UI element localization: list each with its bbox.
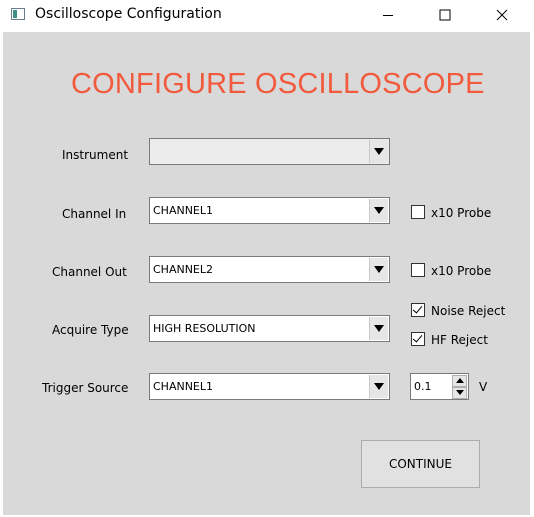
acquire-type-label: Acquire Type — [52, 323, 129, 337]
channel-in-probe-label: x10 Probe — [431, 206, 492, 220]
trigger-source-value: CHANNEL1 — [153, 380, 214, 393]
trigger-level-unit: V — [479, 380, 488, 394]
trigger-source-label: Trigger Source — [42, 381, 129, 395]
maximize-button[interactable] — [422, 0, 468, 30]
acquire-type-value: HIGH RESOLUTION — [153, 322, 256, 335]
title-bar: Oscilloscope Configuration — [0, 0, 534, 30]
dropdown-arrow-icon[interactable] — [369, 317, 388, 340]
continue-button[interactable]: CONTINUE — [361, 440, 480, 488]
dropdown-arrow-icon[interactable] — [369, 375, 388, 398]
dropdown-arrow-icon[interactable] — [369, 199, 388, 222]
channel-out-value: CHANNEL2 — [153, 263, 214, 276]
channel-out-probe-label: x10 Probe — [431, 264, 492, 278]
channel-in-value: CHANNEL1 — [153, 204, 214, 217]
trigger-level-spinbox[interactable]: 0.1 — [410, 373, 469, 400]
channel-in-combobox[interactable]: CHANNEL1 — [149, 197, 390, 224]
minimize-icon — [383, 15, 393, 16]
client-area: CONFIGURE OSCILLOSCOPE Instrument Channe… — [3, 32, 530, 515]
app-window-icon — [11, 8, 25, 20]
trigger-level-value: 0.1 — [414, 380, 432, 393]
spin-up-arrow-icon[interactable] — [452, 375, 467, 387]
channel-out-combobox[interactable]: CHANNEL2 — [149, 256, 390, 283]
channel-out-label: Channel Out — [52, 265, 127, 279]
noise-reject-checkbox[interactable] — [411, 303, 425, 317]
close-button[interactable] — [479, 0, 525, 30]
trigger-source-combobox[interactable]: CHANNEL1 — [149, 373, 390, 400]
maximize-icon — [439, 9, 451, 21]
hf-reject-checkbox[interactable] — [411, 332, 425, 346]
spin-down-arrow-icon[interactable] — [452, 387, 467, 399]
instrument-combobox[interactable] — [149, 138, 390, 165]
channel-in-label: Channel In — [62, 207, 127, 221]
hf-reject-label: HF Reject — [431, 333, 488, 347]
close-icon — [496, 9, 508, 21]
noise-reject-label: Noise Reject — [431, 304, 506, 318]
channel-in-probe-checkbox[interactable] — [411, 205, 425, 219]
dropdown-arrow-icon[interactable] — [369, 258, 388, 281]
dropdown-arrow-icon[interactable] — [369, 140, 388, 163]
channel-out-probe-checkbox[interactable] — [411, 263, 425, 277]
window-title: Oscilloscope Configuration — [35, 6, 222, 22]
oscilloscope-config-window: Oscilloscope Configuration CONFIGURE OSC… — [0, 0, 534, 517]
page-heading: CONFIGURE OSCILLOSCOPE — [71, 68, 485, 100]
instrument-label: Instrument — [62, 148, 129, 162]
acquire-type-combobox[interactable]: HIGH RESOLUTION — [149, 315, 390, 342]
minimize-button[interactable] — [365, 0, 411, 30]
